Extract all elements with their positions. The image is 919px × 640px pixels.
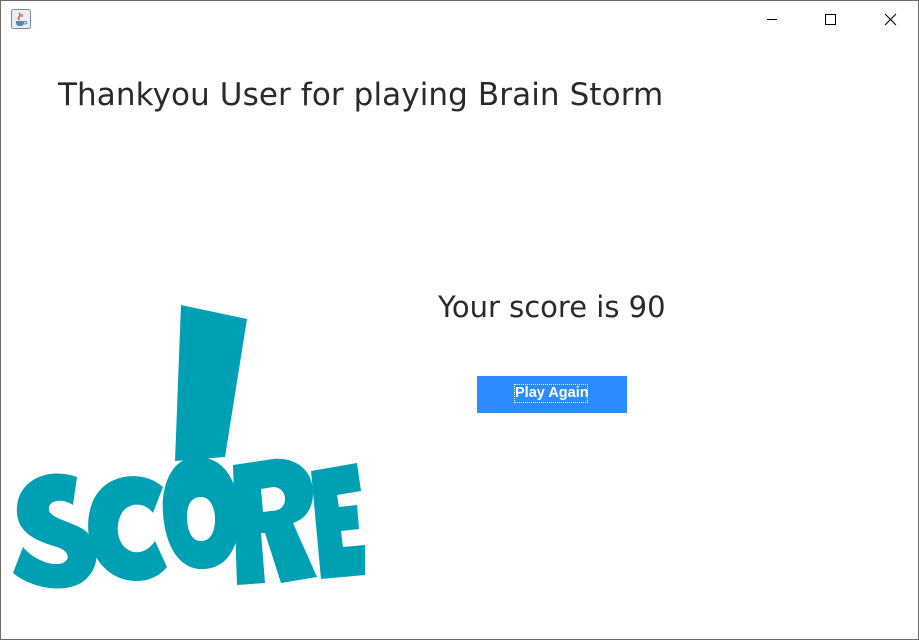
letter-o <box>162 457 240 570</box>
close-icon <box>884 13 897 26</box>
minimize-button[interactable] <box>743 1 801 37</box>
java-app-icon[interactable] <box>11 9 31 29</box>
thank-you-heading: Thankyou User for playing Brain Storm <box>58 77 664 113</box>
score-logo-image <box>13 305 365 589</box>
score-logo-letters <box>13 305 365 589</box>
app-window: Thankyou User for playing Brain Storm Yo… <box>0 0 919 640</box>
maximize-icon <box>825 14 836 25</box>
maximize-button[interactable] <box>801 1 859 37</box>
letter-r <box>233 458 317 585</box>
exclamation-bar <box>175 305 247 461</box>
close-button[interactable] <box>860 1 918 37</box>
letter-c <box>88 476 167 582</box>
title-bar[interactable] <box>1 1 918 37</box>
letter-s <box>13 473 97 589</box>
score-label: Your score is 90 <box>438 290 666 324</box>
letter-e <box>311 463 365 579</box>
play-again-label: Play Again <box>514 384 589 403</box>
play-again-button[interactable]: Play Again <box>477 376 627 413</box>
minimize-icon <box>767 19 777 20</box>
